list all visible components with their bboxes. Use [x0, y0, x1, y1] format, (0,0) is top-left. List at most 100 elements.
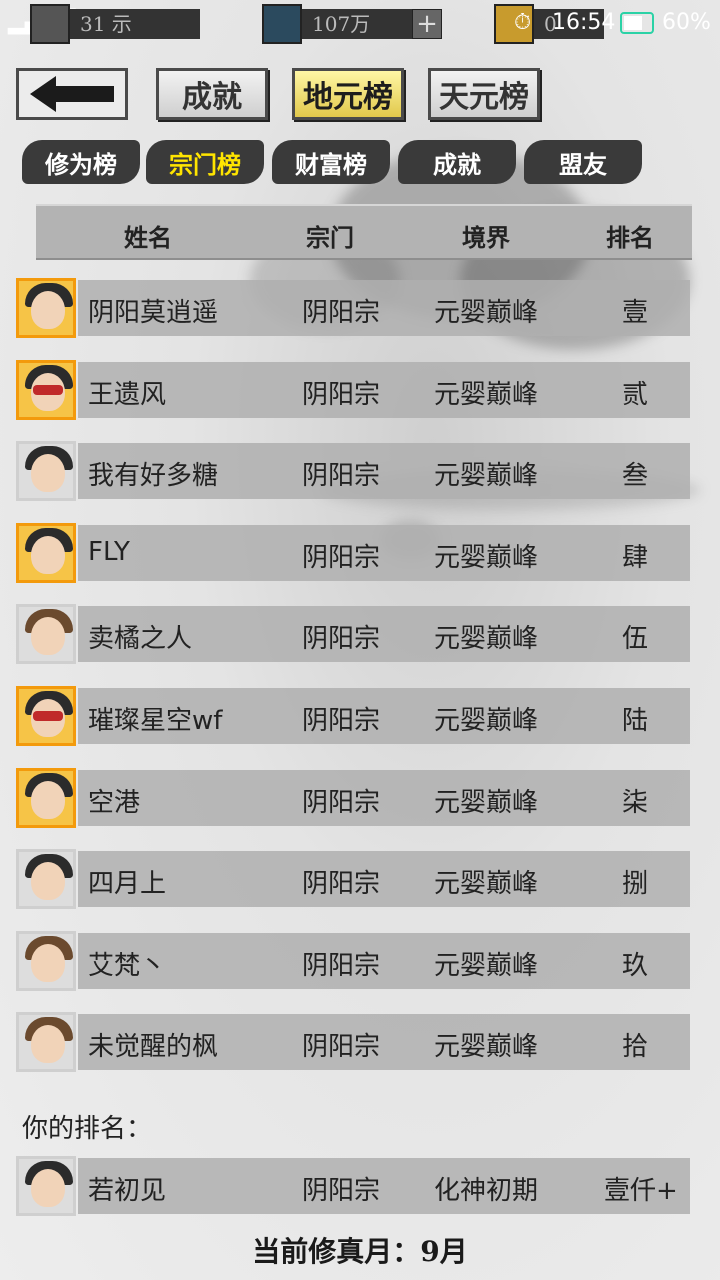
player-name: 卖橘之人	[88, 624, 193, 655]
table-row[interactable]: 卖橘之人 阴阳宗 元婴巅峰 伍	[16, 604, 690, 666]
resource-crystal-value: 107万	[302, 9, 412, 39]
current-month: 当前修真月：9月	[252, 1235, 468, 1268]
tab-cultivation[interactable]: 修为榜	[22, 140, 140, 184]
player-name: 未觉醒的枫	[88, 1032, 219, 1063]
heaven-ranking-button[interactable]: 天元榜	[428, 68, 540, 120]
player-name: 四月上	[88, 869, 167, 900]
player-name: 璀璨星空wf	[88, 706, 223, 736]
player-realm: 元婴巅峰	[434, 706, 539, 736]
player-avatar[interactable]	[16, 1156, 76, 1216]
tab-wealth[interactable]: 财富榜	[272, 140, 390, 184]
header-sect: 宗门	[306, 223, 354, 252]
header-realm: 境界	[462, 223, 510, 252]
status-bar: ▂▄▆█ 4G HD 31 示 107万 + 0 ⏱ 16:54 60%	[0, 0, 720, 48]
resource-coins: 31 示	[30, 4, 200, 44]
player-sect: 阴阳宗	[302, 1032, 381, 1063]
table-row[interactable]: FLY 阴阳宗 元婴巅峰 肆	[16, 522, 690, 585]
player-sect: 阴阳宗	[302, 379, 381, 410]
header-name: 姓名	[124, 223, 172, 252]
player-name: 王遗风	[88, 379, 167, 410]
player-rank: 贰	[622, 379, 649, 410]
player-sect: 阴阳宗	[302, 1176, 381, 1206]
player-name: 阴阳莫逍遥	[88, 298, 219, 328]
female-avatar[interactable]	[16, 441, 76, 502]
row-background	[78, 932, 690, 989]
resource-coins-value: 31 示	[70, 9, 200, 39]
avatar-face	[31, 454, 65, 493]
player-rank: 叁	[622, 461, 649, 492]
battery-level: 60%	[662, 10, 711, 35]
player-sect: 阴阳宗	[302, 624, 381, 655]
table-row[interactable]: 璀璨星空wf 阴阳宗 元婴巅峰 陆	[16, 686, 690, 748]
add-crystal-button[interactable]: +	[412, 9, 442, 39]
player-name: 若初见	[88, 1176, 167, 1206]
avatar-face	[31, 1169, 65, 1207]
player-rank: 壹仟+	[604, 1176, 678, 1206]
tab-allies[interactable]: 盟友	[524, 140, 642, 184]
player-realm: 元婴巅峰	[434, 869, 539, 900]
player-sect: 阴阳宗	[302, 787, 381, 818]
player-realm: 元婴巅峰	[434, 542, 539, 573]
table-row[interactable]: 王遗风 阴阳宗 元婴巅峰 贰	[16, 359, 690, 422]
player-rank: 壹	[622, 298, 649, 328]
table-row[interactable]: 四月上 阴阳宗 元婴巅峰 捌	[16, 849, 690, 911]
back-button[interactable]	[16, 68, 128, 120]
player-realm: 元婴巅峰	[434, 787, 539, 818]
avatar-mask	[33, 711, 63, 721]
player-realm: 元婴巅峰	[434, 461, 539, 492]
avatar-face	[31, 780, 65, 819]
table-row[interactable]: 阴阳莫逍遥 阴阳宗 元婴巅峰 壹	[16, 278, 690, 340]
female-brown-avatar[interactable]	[16, 1012, 76, 1073]
crystal-icon	[262, 4, 302, 44]
player-rank: 拾	[622, 1032, 649, 1063]
player-rank: 伍	[622, 624, 649, 655]
player-realm: 元婴巅峰	[434, 624, 539, 655]
player-realm: 元婴巅峰	[434, 950, 539, 981]
player-realm: 元婴巅峰	[434, 1032, 539, 1063]
table-row[interactable]: 未觉醒的枫 阴阳宗 元婴巅峰 拾	[16, 1012, 690, 1074]
alarm-icon: ⏱	[514, 10, 532, 35]
player-name: 空港	[88, 787, 141, 818]
clock: 16:54	[552, 10, 616, 35]
masked-avatar[interactable]	[16, 686, 76, 746]
player-rank: 肆	[622, 542, 649, 573]
player-rank: 玖	[622, 950, 649, 981]
masked-avatar[interactable]	[16, 359, 76, 420]
female-avatar[interactable]	[16, 849, 76, 910]
male-warrior-avatar[interactable]	[16, 522, 76, 583]
female-brown-avatar[interactable]	[16, 604, 76, 665]
table-header: 姓名 宗门 境界 排名	[36, 204, 692, 260]
avatar-face	[31, 862, 65, 901]
battery-icon	[620, 12, 654, 34]
player-rank: 陆	[622, 706, 649, 736]
table-row[interactable]: 我有好多糖 阴阳宗 元婴巅峰 叁	[16, 441, 690, 503]
player-sect: 阴阳宗	[302, 298, 381, 328]
player-sect: 阴阳宗	[302, 461, 381, 492]
achievement-button[interactable]: 成就	[156, 68, 268, 120]
player-realm: 元婴巅峰	[434, 298, 539, 328]
row-background	[78, 851, 690, 908]
player-realm: 元婴巅峰	[434, 379, 539, 410]
male-warrior-avatar[interactable]	[16, 767, 76, 828]
tab-achievement[interactable]: 成就	[398, 140, 516, 184]
avatar-mask	[33, 384, 63, 395]
player-rank: 柒	[622, 787, 649, 818]
player-name: FLY	[88, 536, 130, 567]
female-brown-avatar[interactable]	[16, 930, 76, 991]
player-sect: 阴阳宗	[302, 950, 381, 981]
player-sect: 阴阳宗	[302, 706, 381, 736]
player-name: 我有好多糖	[88, 461, 219, 492]
male-warrior-avatar[interactable]	[16, 278, 76, 338]
your-rank-row[interactable]: 若初见 阴阳宗 化神初期 壹仟+	[16, 1156, 690, 1218]
table-row[interactable]: 空港 阴阳宗 元婴巅峰 柒	[16, 767, 690, 830]
player-sect: 阴阳宗	[302, 542, 381, 573]
player-rank: 捌	[622, 869, 649, 900]
avatar-face	[31, 535, 65, 574]
player-realm: 化神初期	[434, 1176, 539, 1206]
row-background	[78, 361, 690, 418]
player-sect: 阴阳宗	[302, 869, 381, 900]
earth-ranking-button[interactable]: 地元榜	[292, 68, 404, 120]
header-rank: 排名	[606, 223, 654, 252]
tab-sect[interactable]: 宗门榜	[146, 140, 264, 184]
table-row[interactable]: 艾梵丶 阴阳宗 元婴巅峰 玖	[16, 930, 690, 993]
